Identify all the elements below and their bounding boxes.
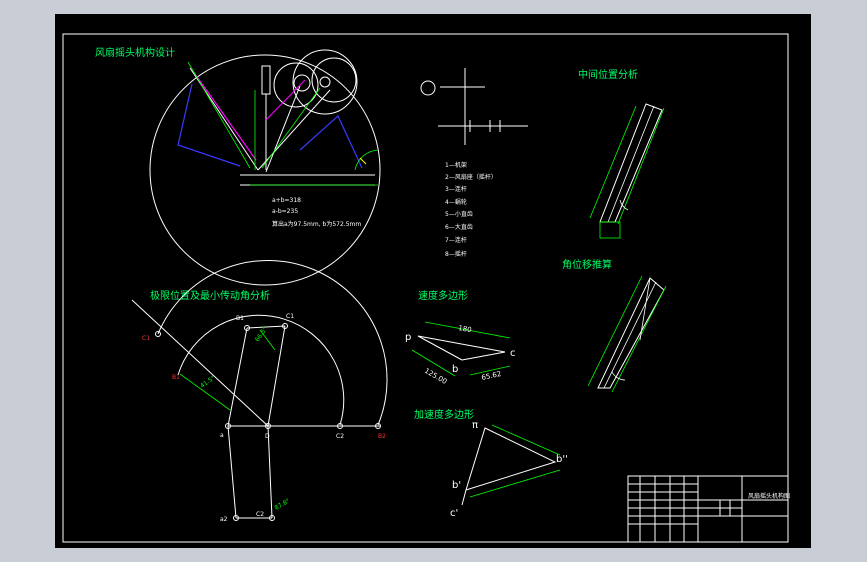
- velocity-polygon-title: 速度多边形: [418, 289, 468, 302]
- legend-item: 6—大直齿: [445, 223, 473, 231]
- acceleration-polygon-title: 加速度多边形: [414, 408, 474, 421]
- angular-displacement-title: 角位移推算: [562, 258, 612, 271]
- cad-drawing: 风扇摇头机构设计 a+b=318 a-b=235 算出a为97.5mm, b为5…: [55, 14, 811, 548]
- drawing-name: 风扇摇头机构图: [748, 492, 790, 500]
- main-design-title: 风扇摇头机构设计: [95, 46, 175, 59]
- legend-item: 7—连杆: [445, 236, 467, 244]
- label-c2-bottom: C2: [256, 511, 264, 518]
- vel-label-c: c: [510, 348, 516, 359]
- label-c1-left: C1: [142, 335, 150, 342]
- limit-position-title: 极限位置及最小传动角分析: [150, 289, 270, 302]
- label-c2: C2: [336, 433, 344, 440]
- equation-3: 算出a为97.5mm, b为572.5mm: [272, 220, 361, 228]
- label-b1-top: B1: [236, 315, 244, 322]
- accel-label-c1: c': [450, 508, 458, 519]
- legend-item: 2—风扇座（摇杆）: [445, 173, 497, 181]
- label-c1-top: C1: [286, 313, 294, 320]
- drawing-sheet: [55, 14, 811, 548]
- label-a: a: [220, 432, 224, 439]
- middle-position-title: 中间位置分析: [578, 68, 638, 81]
- accel-label-b1: b': [452, 480, 461, 491]
- legend-item: 3—连杆: [445, 185, 467, 193]
- label-d: D: [265, 433, 270, 440]
- legend-item: 5—小直齿: [445, 210, 473, 218]
- legend-item: 4—蜗轮: [445, 198, 467, 206]
- accel-label-b2: b'': [556, 454, 568, 465]
- accel-label-pi: π: [472, 420, 478, 431]
- legend-item: 8—摇杆: [445, 250, 467, 258]
- equation-1: a+b=318: [272, 197, 301, 204]
- vel-label-b: b: [452, 364, 458, 375]
- vel-label-p: p: [405, 332, 411, 343]
- legend-item: 1—机架: [445, 161, 467, 169]
- label-a2: a2: [220, 516, 228, 523]
- label-b1-left: B1: [172, 374, 180, 381]
- equation-2: a-b=235: [272, 208, 298, 215]
- label-b2: B2: [378, 433, 386, 440]
